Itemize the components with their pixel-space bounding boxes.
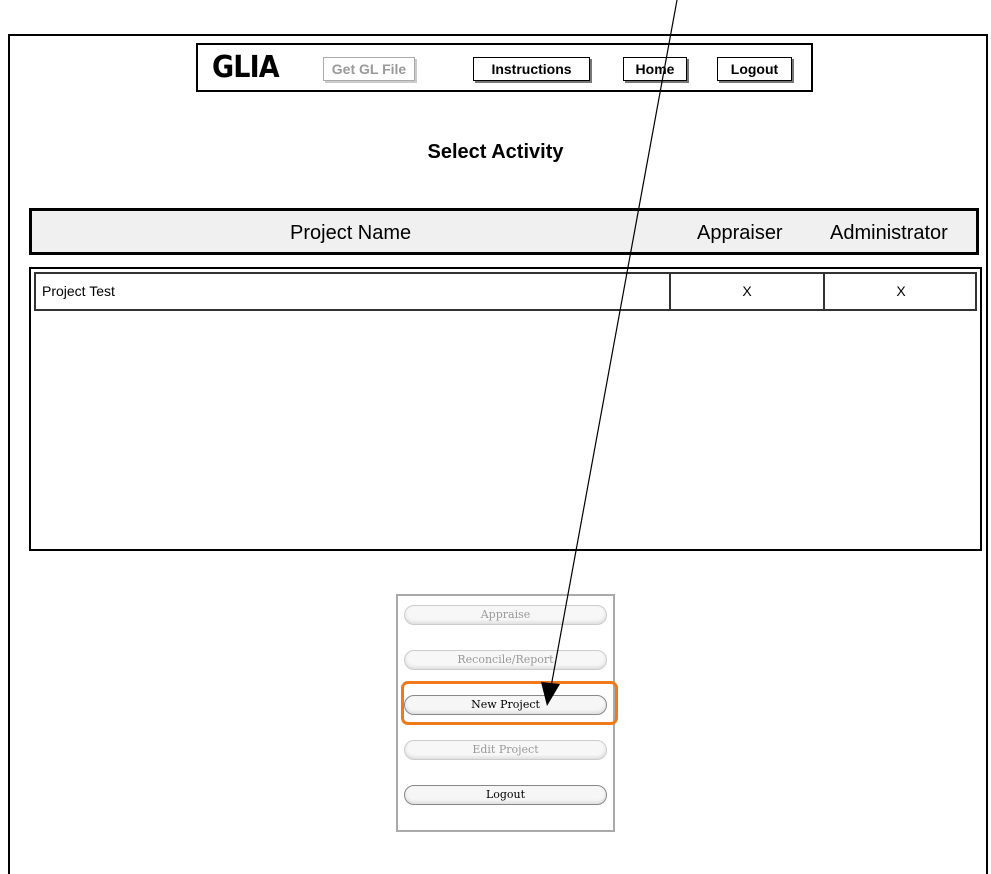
appraiser-cell: X [669, 274, 823, 309]
logout-nav-button[interactable]: Logout [717, 57, 792, 81]
get-gl-file-button[interactable]: Get GL File [323, 57, 415, 81]
header-appraiser: Appraiser [697, 222, 783, 244]
header-administrator: Administrator [830, 222, 948, 244]
logout-button[interactable]: Logout [404, 785, 607, 805]
appraise-button[interactable]: Appraise [404, 605, 607, 625]
header-project-name: Project Name [290, 222, 412, 244]
home-button[interactable]: Home [623, 57, 687, 81]
new-project-highlight [401, 681, 618, 725]
reconcile-report-button[interactable]: Reconcile/Report [404, 650, 607, 670]
table-row[interactable]: Project Test X X [34, 272, 977, 311]
project-name-cell: Project Test [42, 283, 115, 299]
project-table: Project Test X X [29, 267, 982, 551]
instructions-button[interactable]: Instructions [473, 57, 590, 81]
glia-logo: GLIA [212, 50, 280, 85]
page-title: Select Activity [427, 141, 564, 163]
edit-project-button[interactable]: Edit Project [404, 740, 607, 760]
table-header: Project Name Appraiser Administrator [29, 208, 979, 255]
top-navigation-bar: GLIA Get GL File Instructions Home Logou… [196, 43, 813, 92]
administrator-cell: X [823, 274, 977, 309]
